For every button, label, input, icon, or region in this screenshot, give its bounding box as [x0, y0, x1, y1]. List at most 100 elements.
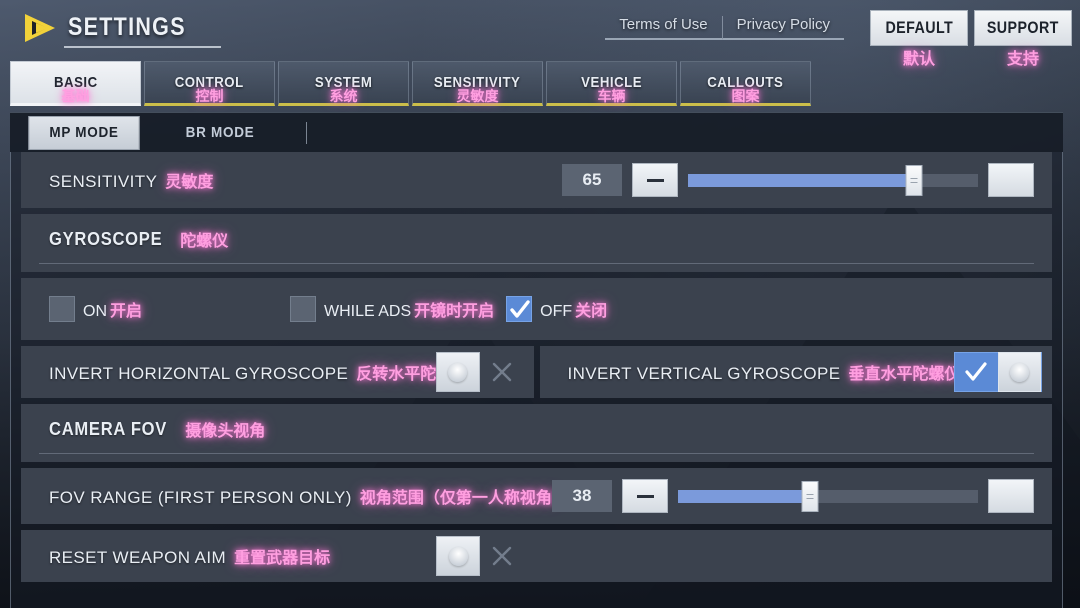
reset-weapon-aim-label: RESET WEAPON AIM 重置武器目标 [21, 544, 330, 568]
reset-weapon-aim-label-en: RESET WEAPON AIM [49, 548, 227, 567]
tab-system[interactable]: SYSTEM 系统 [278, 61, 409, 106]
minus-icon [636, 494, 654, 498]
tab-callouts-label-cn: 图案 [731, 88, 760, 104]
toggle-dot-icon [1009, 362, 1029, 382]
tab-control[interactable]: CONTROL 控制 [144, 61, 275, 106]
toggle-off-state [480, 352, 524, 392]
fov-range-increase-button[interactable] [988, 479, 1034, 513]
header-links: Terms of Use Privacy Policy [605, 16, 844, 40]
sensitivity-increase-button[interactable] [988, 163, 1034, 197]
sensitivity-slider-fill [688, 173, 915, 187]
fov-range-slider-handle[interactable] [801, 480, 819, 512]
camera-fov-section-cn: 摄像头视角 [185, 423, 266, 440]
setting-row-sensitivity: SENSITIVITY 灵敏度 65 [21, 152, 1052, 208]
default-button[interactable]: DEFAULT 默认 [870, 10, 968, 68]
gyroscope-option-while-ads-cn: 开镜时开启 [414, 303, 495, 320]
subtab-divider [306, 121, 307, 144]
reset-weapon-aim-label-cn: 重置武器目标 [234, 550, 331, 567]
terms-of-use-link[interactable]: Terms of Use [605, 16, 722, 40]
fov-range-slider-group: 38 [552, 479, 1034, 513]
gyroscope-option-on-cn: 开启 [110, 303, 143, 320]
camera-fov-section-en: CAMERA FOV [49, 418, 168, 439]
toggle-invert-horizontal-gyroscope[interactable] [435, 352, 524, 392]
setting-row-fov-range: FOV RANGE (FIRST PERSON ONLY) 视角范围（仅第一人称… [21, 468, 1052, 524]
toggle-knob [435, 352, 480, 392]
checkbox-while-ads[interactable] [290, 296, 317, 322]
camera-fov-section-label: CAMERA FOV 摄像头视角 [21, 417, 265, 449]
gyroscope-option-while-ads[interactable]: WHILE ADS 开镜时开启 [290, 296, 494, 322]
main-tabs: BASIC 基础 CONTROL 控制 SYSTEM 系统 SENSITIVIT… [10, 61, 811, 106]
setting-invert-vertical-gyroscope: INVERT VERTICAL GYROSCOPE 垂直水平陀螺仪 [539, 346, 1052, 398]
toggle-on-state [955, 352, 998, 392]
x-icon [492, 362, 511, 382]
sensitivity-slider-track[interactable] [688, 164, 978, 196]
fov-range-decrease-button[interactable] [622, 479, 668, 513]
tab-vehicle[interactable]: VEHICLE 车辆 [546, 61, 677, 106]
checkbox-on[interactable] [49, 296, 75, 322]
fov-range-label-en: FOV RANGE (FIRST PERSON ONLY) [49, 488, 352, 507]
gyroscope-option-off-en: OFF [540, 303, 573, 320]
default-button-label: DEFAULT [885, 18, 953, 37]
sensitivity-decrease-button[interactable] [632, 163, 678, 197]
x-icon [492, 546, 512, 566]
toggle-dot-icon [448, 546, 468, 566]
tab-control-label-cn: 控制 [195, 88, 224, 104]
sensitivity-slider-group: 65 [562, 163, 1034, 197]
fov-range-slider-track[interactable] [678, 480, 978, 512]
sensitivity-value: 65 [562, 164, 622, 196]
gyroscope-section-cn: 陀螺仪 [180, 233, 229, 250]
plus-icon-vertical [1010, 171, 1013, 190]
tab-vehicle-label-cn: 车辆 [597, 88, 626, 104]
sensitivity-label-cn: 灵敏度 [165, 174, 214, 191]
setting-invert-horizontal-gyroscope: INVERT HORIZONTAL GYROSCOPE 反转水平陀螺仪 [21, 346, 534, 398]
toggle-knob [997, 352, 1041, 392]
support-button-label: SUPPORT [987, 18, 1059, 37]
support-button-label-cn: 支持 [1006, 51, 1039, 68]
fov-range-label: FOV RANGE (FIRST PERSON ONLY) 视角范围（仅第一人称… [21, 484, 568, 508]
sensitivity-label: SENSITIVITY 灵敏度 [21, 168, 213, 192]
check-icon [965, 362, 988, 381]
privacy-policy-link[interactable]: Privacy Policy [721, 16, 844, 40]
gyroscope-options-row: ON 开启 WHILE ADS 开镜时开启 OFF 关闭 [21, 278, 1052, 340]
subtab-mp-mode[interactable]: MP MODE [28, 115, 140, 150]
tab-system-label-cn: 系统 [329, 88, 358, 104]
sensitivity-slider-handle[interactable] [905, 164, 923, 196]
section-divider [39, 263, 1034, 264]
gyroscope-option-on[interactable]: ON 开启 [49, 296, 142, 322]
section-divider [39, 453, 1034, 454]
tab-basic[interactable]: BASIC 基础 [10, 61, 141, 106]
support-button[interactable]: SUPPORT 支持 [974, 10, 1072, 68]
fov-range-slider-fill [678, 489, 810, 503]
gyroscope-option-off-text: OFF 关闭 [540, 297, 607, 321]
gyroscope-option-off-cn: 关闭 [575, 303, 608, 320]
invert-vertical-label-cn: 垂直水平陀螺仪 [848, 366, 961, 383]
gyroscope-option-off[interactable]: OFF 关闭 [506, 296, 607, 322]
tab-sensitivity[interactable]: SENSITIVITY 灵敏度 [412, 61, 543, 106]
invert-vertical-label-en: INVERT VERTICAL GYROSCOPE [567, 364, 841, 383]
minus-icon [646, 178, 664, 182]
header-buttons: DEFAULT 默认 SUPPORT 支持 [870, 10, 1072, 68]
checkbox-off[interactable] [506, 296, 533, 322]
invert-horizontal-label: INVERT HORIZONTAL GYROSCOPE 反转水平陀螺仪 [21, 360, 468, 384]
plus-icon-vertical [1010, 487, 1013, 506]
toggle-invert-vertical-gyroscope[interactable] [954, 352, 1042, 392]
header: SETTINGS Terms of Use Privacy Policy DEF… [0, 0, 1080, 68]
gyroscope-option-on-text: ON 开启 [83, 297, 142, 321]
section-gyroscope: GYROSCOPE 陀螺仪 [21, 214, 1052, 272]
fov-range-label-cn: 视角范围（仅第一人称视角） [359, 490, 568, 507]
subtab-br-mode[interactable]: BR MODE [164, 116, 276, 150]
gyroscope-section-en: GYROSCOPE [49, 228, 163, 249]
sub-tabs: MP MODE BR MODE [10, 112, 1063, 152]
invert-vertical-label: INVERT VERTICAL GYROSCOPE 垂直水平陀螺仪 [540, 360, 961, 384]
tab-sensitivity-label-cn: 灵敏度 [456, 88, 499, 104]
toggle-knob [436, 536, 480, 576]
section-camera-fov: CAMERA FOV 摄像头视角 [21, 404, 1052, 462]
default-button-label-cn: 默认 [902, 51, 935, 68]
check-icon [510, 300, 530, 318]
back-arrow-icon[interactable] [20, 10, 60, 46]
toggle-off-state [480, 536, 524, 576]
toggle-reset-weapon-aim[interactable] [436, 536, 524, 576]
settings-panel: SENSITIVITY 灵敏度 65 GYROSCOPE 陀螺仪 ON 开启 W… [10, 152, 1063, 608]
tab-callouts[interactable]: CALLOUTS 图案 [680, 61, 811, 106]
sensitivity-label-en: SENSITIVITY [49, 172, 158, 191]
